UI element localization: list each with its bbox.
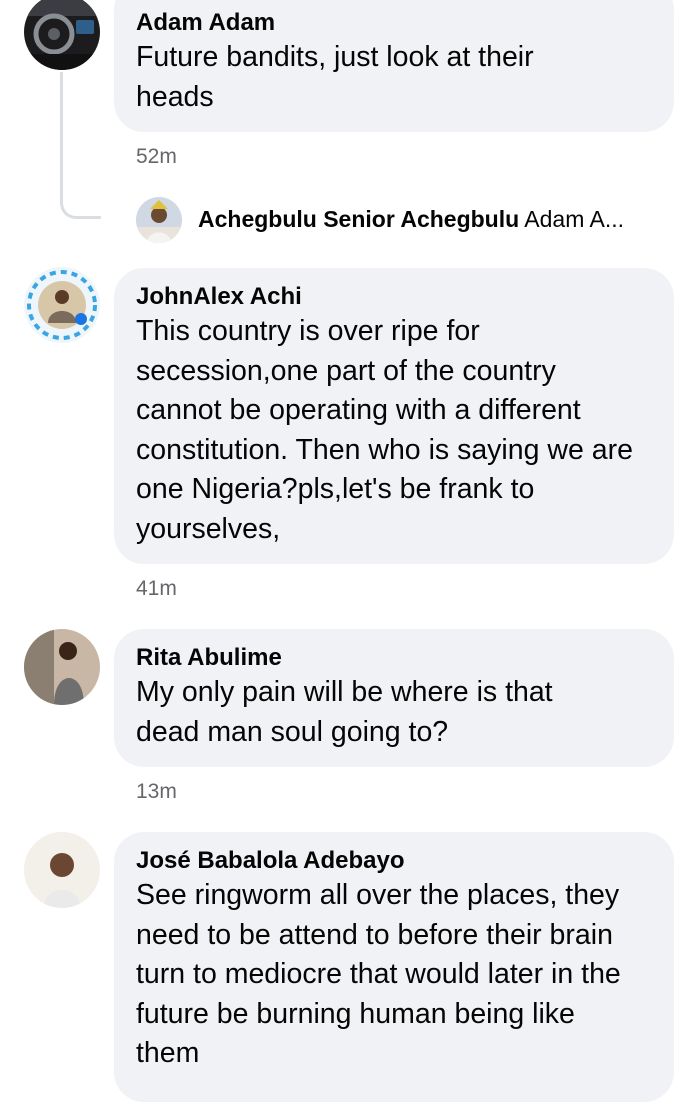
person-photo <box>24 832 100 908</box>
reply-preview[interactable]: Achegbulu Senior Achegbulu Adam A... <box>198 206 624 233</box>
comment-author[interactable]: JohnAlex Achi <box>136 282 674 312</box>
comment-timestamp[interactable]: 13m <box>136 780 177 804</box>
comment-text: This country is over ripe for secession,… <box>136 315 633 545</box>
comment-author[interactable]: Adam Adam <box>136 8 674 38</box>
thread-elbow <box>60 190 101 219</box>
person-frame-photo <box>24 267 100 343</box>
comment-timestamp[interactable]: 41m <box>136 577 177 601</box>
person-photo <box>136 197 182 243</box>
car-interior-photo <box>24 0 100 70</box>
comment-author[interactable]: Rita Abulime <box>136 643 674 673</box>
comment-author[interactable]: José Babalola Adebayo <box>136 846 674 876</box>
comment-timestamp[interactable]: 52m <box>136 145 177 169</box>
avatar-rita-abulime[interactable] <box>24 629 100 705</box>
comment-bubble[interactable]: JohnAlex Achi This country is over ripe … <box>114 268 674 564</box>
comment-text: See ringworm all over the places, they n… <box>136 879 621 1069</box>
avatar-johnalex-achi[interactable] <box>24 267 100 343</box>
comment-bubble[interactable]: José Babalola Adebayo See ringworm all o… <box>114 832 674 1102</box>
reply-snippet: Adam A... <box>524 206 625 232</box>
comment-bubble[interactable]: Adam Adam Future bandits, just look at t… <box>114 0 674 132</box>
reply-author[interactable]: Achegbulu Senior Achegbulu <box>198 206 519 232</box>
thread-line <box>60 72 63 192</box>
comment-text: Future bandits, just look at their heads <box>136 41 534 113</box>
avatar-achegbulu[interactable] <box>136 197 182 243</box>
comment-text: My only pain will be where is that dead … <box>136 676 553 748</box>
comment-bubble[interactable]: Rita Abulime My only pain will be where … <box>114 629 674 767</box>
person-photo <box>24 629 100 705</box>
avatar-jose-babalola-adebayo[interactable] <box>24 832 100 908</box>
avatar-adam-adam[interactable] <box>24 0 100 70</box>
